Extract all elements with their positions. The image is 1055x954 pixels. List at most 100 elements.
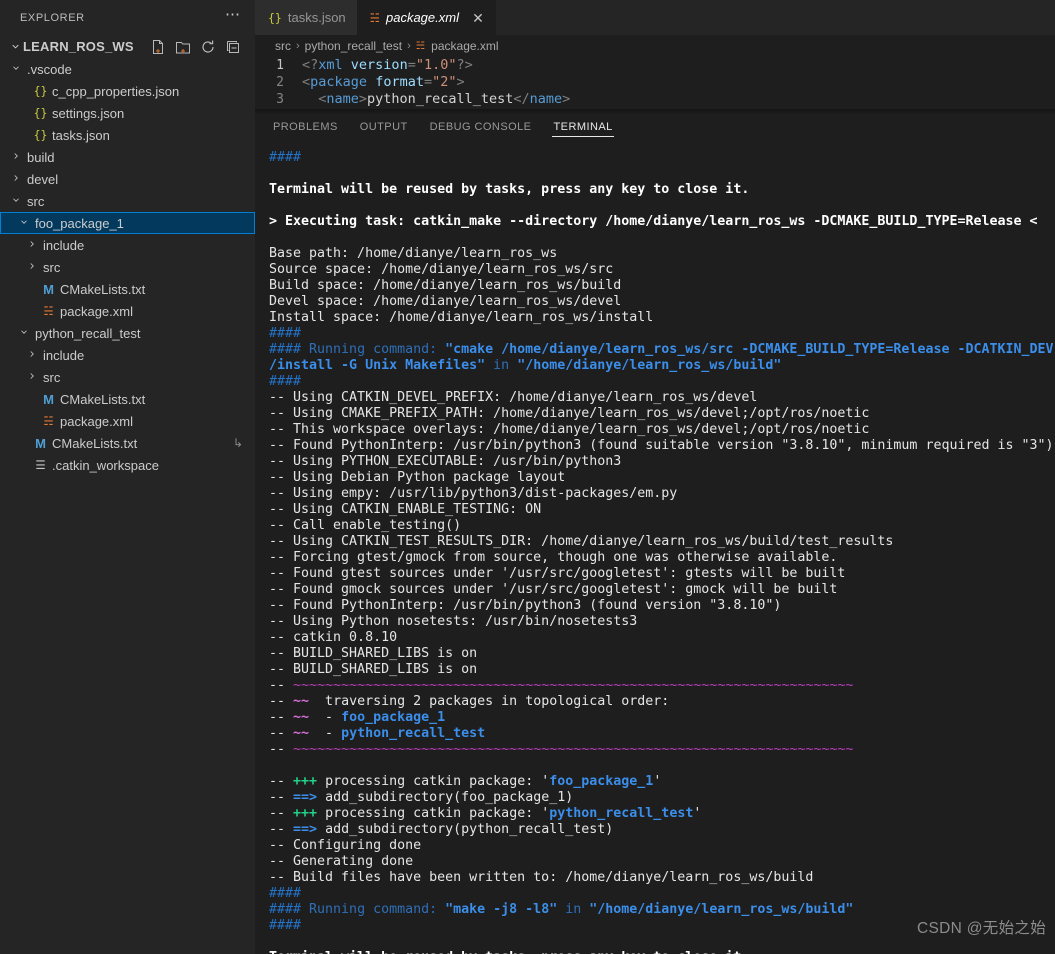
cmake-file-icon: M: [35, 435, 46, 451]
code-token: "2": [432, 74, 457, 90]
tree-item-package-xml[interactable]: ☵ package.xml: [0, 300, 255, 322]
code-editor[interactable]: 1 <?xml version="1.0"?> 2 <package format="…: [255, 57, 1055, 109]
tree-item-src[interactable]: src: [0, 190, 255, 212]
tab-tasks-json[interactable]: {} tasks.json: [255, 0, 357, 35]
tree-item-src[interactable]: src: [0, 366, 255, 388]
terminal-line: -- Configuring done: [269, 838, 1055, 854]
terminal-line: Terminal will be reused by tasks, press …: [269, 182, 1055, 198]
breadcrumb-item[interactable]: src: [275, 39, 291, 53]
chevron-down-icon[interactable]: [8, 63, 24, 75]
tabbar-empty-space: [495, 0, 1055, 35]
code-text: <?xml version="1.0"?>: [301, 57, 473, 74]
panel-tab-terminal[interactable]: TERMINAL: [552, 109, 614, 144]
terminal-text: -- Found gtest sources under '/usr/src/g…: [269, 566, 846, 581]
tree-item-package-xml[interactable]: ☵ package.xml: [0, 410, 255, 432]
breadcrumb-item[interactable]: package.xml: [431, 39, 498, 53]
terminal-line: -- Found PythonInterp: /usr/bin/python3 …: [269, 598, 1055, 614]
explorer-more-actions-icon[interactable]: ⋯: [221, 7, 245, 26]
chevron-right-icon[interactable]: [8, 151, 24, 163]
tree-item-label: devel: [27, 171, 59, 187]
chevron-right-icon[interactable]: [24, 349, 40, 361]
tree-item-label: package.xml: [60, 303, 133, 319]
xml-file-icon: ☵: [415, 40, 426, 52]
terminal-text: ####: [269, 374, 302, 389]
refresh-icon[interactable]: [200, 39, 216, 55]
tree-item-label: .vscode: [27, 61, 72, 77]
new-folder-icon[interactable]: [175, 39, 191, 55]
tree-item-python-recall-test[interactable]: python_recall_test: [0, 322, 255, 344]
terminal-text: -- BUILD_SHARED_LIBS is on: [269, 662, 478, 677]
tree-item-label: include: [43, 237, 85, 253]
chevron-down-icon[interactable]: [8, 195, 24, 207]
panel-tab-output[interactable]: OUTPUT: [359, 109, 409, 144]
terminal-text: -: [309, 726, 342, 741]
chevron-down-icon[interactable]: [16, 327, 32, 339]
terminal-line: > Executing task: catkin_make --director…: [269, 214, 1055, 230]
terminal-text: /install -G Unix Makefiles": [269, 358, 486, 373]
breadcrumb-item[interactable]: python_recall_test: [305, 39, 402, 53]
terminal-text: --: [269, 710, 294, 725]
terminal-line: -- BUILD_SHARED_LIBS is on: [269, 646, 1055, 662]
chevron-right-icon[interactable]: [24, 371, 40, 383]
tree-item-include[interactable]: include: [0, 344, 255, 366]
terminal-text: "/home/dianye/learn_ros_ws/build": [517, 358, 782, 373]
terminal-text: "make -j8 -l8": [445, 902, 558, 917]
close-icon[interactable]: ✕: [471, 11, 485, 25]
tree-item-settings-json[interactable]: {} settings.json: [0, 102, 255, 124]
terminal-line: -- Using empy: /usr/lib/python3/dist-pac…: [269, 486, 1055, 502]
terminal-text: in: [557, 902, 590, 917]
terminal-line: -- ~~ traversing 2 packages in topologic…: [269, 694, 1055, 710]
terminal-output[interactable]: #### Terminal will be reused by tasks, p…: [255, 144, 1055, 954]
workspace-root-row[interactable]: LEARN_ROS_WS: [0, 35, 255, 58]
tree-item-tasks-json[interactable]: {} tasks.json: [0, 124, 255, 146]
json-file-icon: {}: [33, 106, 48, 120]
tree-item-cmakelists-txt[interactable]: M CMakeLists.txt: [0, 388, 255, 410]
terminal-text: Base path: /home/dianye/learn_ros_ws: [269, 246, 558, 261]
panel-tab-debug-console[interactable]: DEBUG CONSOLE: [429, 109, 533, 144]
chevron-right-icon[interactable]: [8, 173, 24, 185]
breadcrumb-separator-icon: ›: [296, 40, 300, 52]
vscode-window: EXPLORER ⋯ LEARN_ROS_WS .vscode {} c_cpp…: [0, 0, 1055, 954]
code-token: <?: [302, 57, 319, 73]
terminal-text: --: [269, 822, 294, 837]
tree-item-c-cpp-properties-json[interactable]: {} c_cpp_properties.json: [0, 80, 255, 102]
tree-item-label: src: [27, 193, 45, 209]
tree-item-include[interactable]: include: [0, 234, 255, 256]
terminal-text: -- Call enable_testing(): [269, 518, 462, 533]
json-file-icon: {}: [268, 10, 282, 25]
tree-item-foo-package-1[interactable]: foo_package_1: [0, 212, 255, 234]
tree-item-cmakelists-txt[interactable]: M CMakeLists.txt: [0, 278, 255, 300]
xml-file-icon: ☵: [369, 10, 380, 25]
chevron-right-icon[interactable]: [24, 261, 40, 273]
terminal-line: Base path: /home/dianye/learn_ros_ws: [269, 246, 1055, 262]
terminal-line: Install space: /home/dianye/learn_ros_ws…: [269, 310, 1055, 326]
tree-item--vscode[interactable]: .vscode: [0, 58, 255, 80]
tree-item-devel[interactable]: devel: [0, 168, 255, 190]
tree-item-cmakelists-txt[interactable]: M CMakeLists.txt ↳: [0, 432, 255, 454]
terminal-text: -- Using CATKIN_DEVEL_PREFIX: /home/dian…: [269, 390, 758, 405]
chevron-right-icon[interactable]: [24, 239, 40, 251]
code-token: package: [310, 74, 368, 90]
tab-package-xml[interactable]: ☵ package.xml ✕: [356, 0, 496, 35]
tree-item-src[interactable]: src: [0, 256, 255, 278]
chevron-down-icon[interactable]: [7, 41, 23, 52]
terminal-line: -- catkin 0.8.10: [269, 630, 1055, 646]
tree-item-label: CMakeLists.txt: [60, 391, 146, 407]
collapse-all-icon[interactable]: [225, 39, 241, 55]
new-file-icon[interactable]: [150, 39, 166, 55]
tree-item--catkin-workspace[interactable]: ☰ .catkin_workspace: [0, 454, 255, 476]
panel-tab-problems[interactable]: PROBLEMS: [272, 109, 339, 144]
terminal-text: ': [653, 774, 662, 789]
tree-item-build[interactable]: build: [0, 146, 255, 168]
chevron-down-icon[interactable]: [16, 217, 32, 229]
tree-item-label: src: [43, 259, 61, 275]
terminal-text: ~~~~~~~~~~~~~~~~~~~~~~~~~~~~~~~~~~~~~~~~…: [293, 678, 854, 693]
terminal-text: -- Using Debian Python package layout: [269, 470, 566, 485]
xml-file-icon: ☵: [43, 414, 54, 428]
terminal-line: -- ~~ - python_recall_test: [269, 726, 1055, 742]
code-token: =: [423, 74, 433, 90]
